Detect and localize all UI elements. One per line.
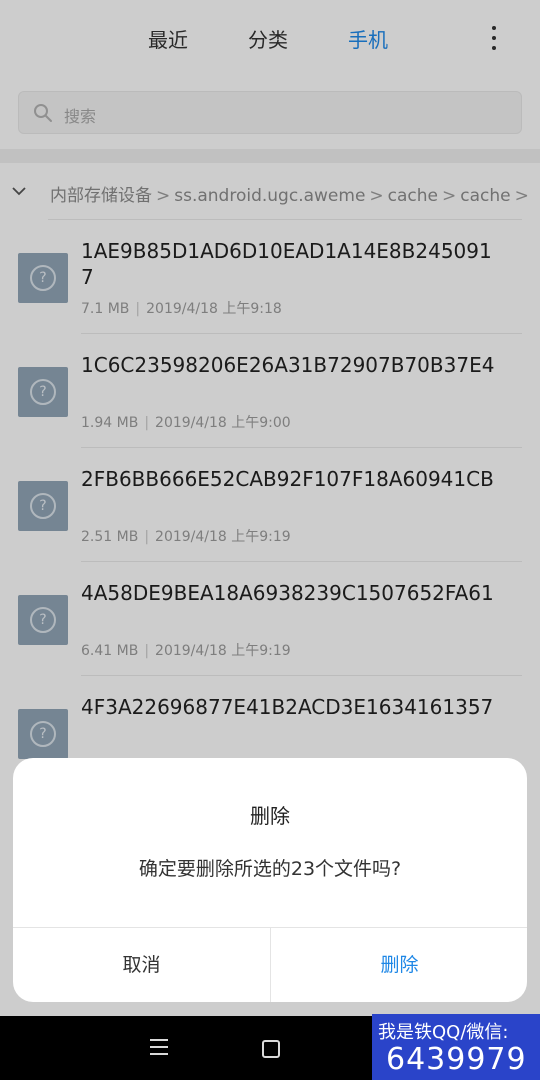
home-icon[interactable] xyxy=(262,1040,280,1058)
watermark-line2: 6439979 xyxy=(386,1042,527,1077)
file-manager-screen: 最近 分类 手机 搜索 内部存储设备 > ss.android.ugc.aweme >… xyxy=(0,0,540,1016)
cancel-button[interactable]: 取消 xyxy=(13,928,270,1002)
watermark-line1: 我是铁QQ/微信: xyxy=(378,1022,509,1043)
delete-button[interactable]: 删除 xyxy=(271,928,527,1002)
delete-confirm-dialog: 删除 确定要删除所选的23个文件吗? 取消 删除 xyxy=(13,758,527,1002)
menu-icon[interactable] xyxy=(150,1039,168,1060)
dialog-message: 确定要删除所选的23个文件吗? xyxy=(138,858,402,880)
dialog-title: 删除 xyxy=(250,804,290,828)
watermark: 我是铁QQ/微信: 6439979 xyxy=(372,1014,540,1080)
